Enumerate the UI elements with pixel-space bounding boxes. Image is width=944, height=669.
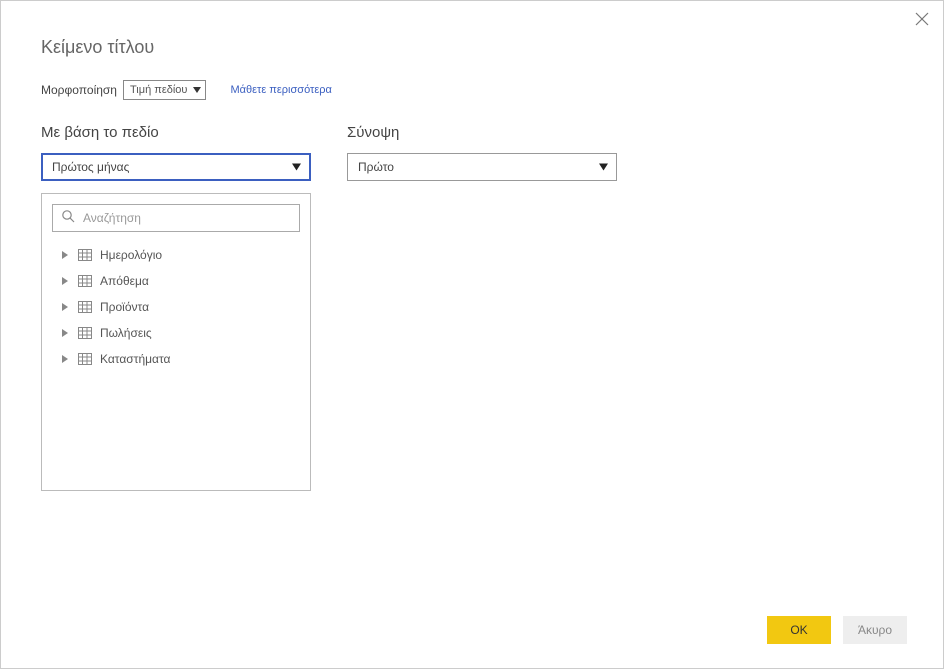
table-icon [78, 249, 92, 261]
table-icon [78, 275, 92, 287]
tables-tree: Ημερολόγιο Απόθεμα Προϊόντα Πωλήσεις [42, 238, 310, 372]
tree-item[interactable]: Καταστήματα [56, 346, 310, 372]
tree-item[interactable]: Απόθεμα [56, 268, 310, 294]
ok-button[interactable]: OK [767, 616, 831, 644]
field-select-value: Πρώτος μήνας [52, 160, 129, 174]
chevron-down-icon [599, 164, 608, 171]
chevron-right-icon [60, 329, 70, 337]
chevron-down-icon [193, 87, 201, 93]
chevron-right-icon [60, 277, 70, 285]
format-label: Μορφοποίηση [41, 83, 117, 97]
dialog-title: Κείμενο τίτλου [1, 1, 943, 58]
search-icon [61, 209, 75, 228]
tree-item-label: Πωλήσεις [100, 326, 152, 340]
chevron-right-icon [60, 303, 70, 311]
close-icon [915, 10, 929, 30]
tree-item[interactable]: Πωλήσεις [56, 320, 310, 346]
tree-item[interactable]: Ημερολόγιο [56, 242, 310, 268]
tree-item-label: Ημερολόγιο [100, 248, 162, 262]
search-box[interactable] [52, 204, 300, 232]
tree-item[interactable]: Προϊόντα [56, 294, 310, 320]
table-icon [78, 353, 92, 365]
table-icon [78, 301, 92, 313]
tree-item-label: Προϊόντα [100, 300, 149, 314]
format-select-value: Τιμή πεδίου [130, 84, 187, 96]
dialog-footer: OK Άκυρο [767, 616, 907, 644]
summary-column: Σύνοψη Πρώτο [347, 124, 617, 491]
close-button[interactable] [915, 11, 929, 29]
field-select[interactable]: Πρώτος μήνας [41, 153, 311, 181]
field-section-label: Με βάση το πεδίο [41, 124, 311, 141]
field-dropdown-panel: Ημερολόγιο Απόθεμα Προϊόντα Πωλήσεις [41, 193, 311, 491]
cancel-button[interactable]: Άκυρο [843, 616, 907, 644]
chevron-down-icon [292, 164, 301, 171]
chevron-right-icon [60, 355, 70, 363]
summary-select[interactable]: Πρώτο [347, 153, 617, 181]
table-icon [78, 327, 92, 339]
summary-section-label: Σύνοψη [347, 124, 617, 141]
format-select[interactable]: Τιμή πεδίου [123, 80, 206, 100]
tree-item-label: Απόθεμα [100, 274, 149, 288]
tree-item-label: Καταστήματα [100, 352, 170, 366]
search-input[interactable] [83, 211, 291, 225]
summary-select-value: Πρώτο [358, 160, 394, 174]
format-row: Μορφοποίηση Τιμή πεδίου Μάθετε περισσότε… [1, 58, 943, 100]
chevron-right-icon [60, 251, 70, 259]
learn-more-link[interactable]: Μάθετε περισσότερα [230, 84, 331, 96]
field-column: Με βάση το πεδίο Πρώτος μήνας [41, 124, 311, 491]
